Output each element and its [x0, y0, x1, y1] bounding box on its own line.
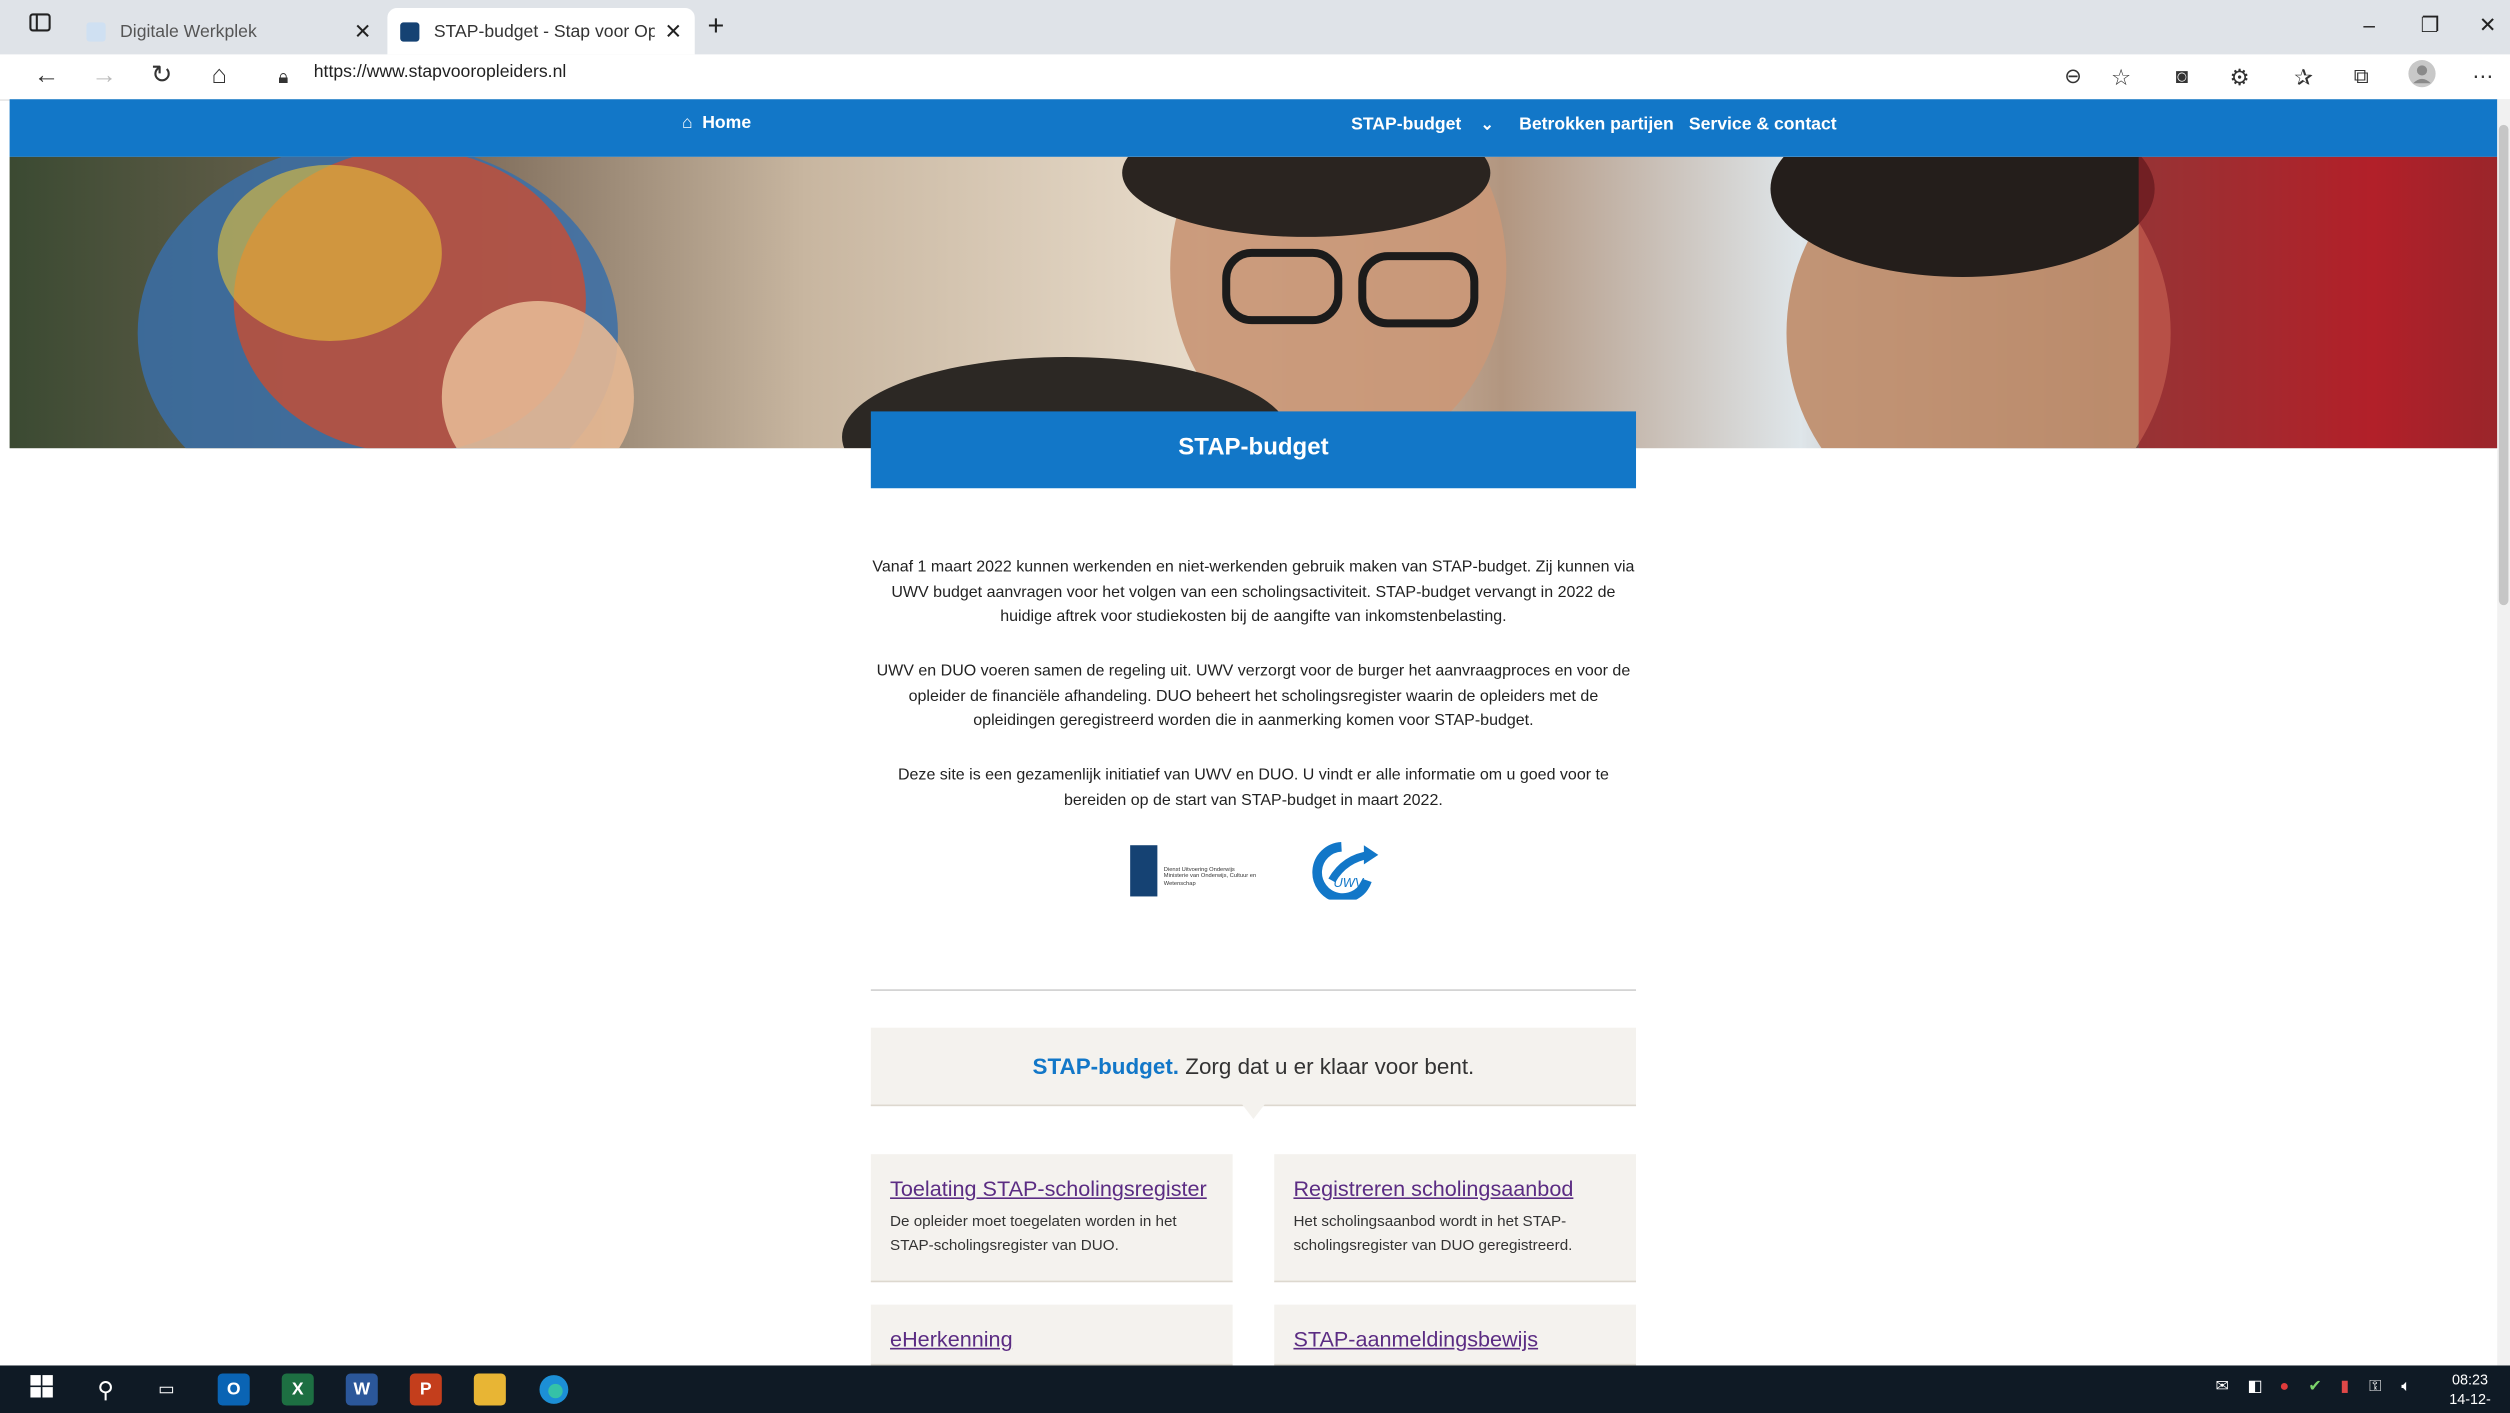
browser-toolbar: ← → ↻ ⌂ 🔒︎ https://www.stapvooropleiders… — [0, 54, 2510, 101]
card-title-link[interactable]: eHerkenning — [890, 1327, 1213, 1351]
duo-logo-text: Dienst Uitvoering Onderwijs Ministerie v… — [1163, 866, 1257, 887]
scrollbar-thumb[interactable] — [2498, 124, 2509, 606]
intro-paragraph-2: UWV en DUO voeren samen de regeling uit.… — [876, 662, 1631, 730]
nav-home[interactable]: ⌂ Home — [682, 99, 751, 157]
screen: Digitale Werkplek ✕ STAP-budget - Stap v… — [0, 0, 2510, 1413]
card-title-link[interactable]: STAP-aanmeldingsbewijs — [1293, 1327, 1616, 1351]
collections-icon[interactable]: ⧉ — [2344, 59, 2379, 94]
screenshot-frame: Digitale Werkplek ✕ STAP-budget - Stap v… — [0, 0, 2510, 1413]
duo-logo: Dienst Uitvoering Onderwijs Ministerie v… — [1130, 845, 1268, 897]
outlook-icon[interactable]: O — [217, 1373, 250, 1406]
excel-icon[interactable]: X — [281, 1373, 314, 1406]
ready-banner-brand: STAP-budget. — [1032, 1053, 1180, 1079]
app-tray-icon[interactable]: ● — [2280, 1378, 2290, 1396]
clock-date: 14-12-2021 — [2449, 1391, 2491, 1413]
uwv-emblem-icon: UWV — [1312, 842, 1379, 903]
extension-icon[interactable]: ◙ — [2164, 59, 2199, 94]
back-icon[interactable]: ← — [29, 59, 64, 94]
chevron-down-icon: ⌄ — [1480, 116, 1494, 135]
nav-label: STAP-budget — [1351, 115, 1462, 135]
tab-digitale-werkplek[interactable]: Digitale Werkplek ✕ — [74, 8, 385, 54]
card-text: De opleider moet toegelaten worden in he… — [890, 1213, 1177, 1256]
restore-button[interactable]: ❐ — [2414, 13, 2446, 39]
banner-pointer — [1242, 1104, 1265, 1119]
card-text: Het scholingsaanbod wordt in het STAP-sc… — [1293, 1213, 1573, 1256]
intro-paragraph-3: Deze site is een gezamenlijk initiatief … — [897, 766, 1609, 810]
rijksoverheid-icon — [400, 21, 420, 41]
task-view-icon[interactable]: ▭ — [150, 1373, 182, 1405]
check-tray-icon[interactable]: ✔ — [2308, 1378, 2321, 1396]
card-registreren[interactable]: Registreren scholingsaanbod Het scholing… — [1274, 1154, 1637, 1283]
nav-betrokken-partijen[interactable]: Betrokken partijen — [1519, 101, 1674, 159]
hero-title: STAP-budget — [870, 411, 1637, 489]
page-icon — [86, 21, 106, 41]
hero-photo — [137, 156, 2498, 449]
card-aanmeldingsbewijs[interactable]: STAP-aanmeldingsbewijs — [1274, 1304, 1637, 1366]
more-icon[interactable]: ⋯ — [2465, 59, 2500, 94]
battery-tray-icon[interactable]: ▮ — [2340, 1378, 2349, 1396]
uwv-logo-text: UWV — [1333, 875, 1364, 890]
card-eherkenning[interactable]: eHerkenning — [870, 1304, 1233, 1366]
windows-start-icon[interactable] — [26, 1373, 58, 1405]
windows-taskbar: ⚲ ▭ O X W P ✉ ◧ ● ✔ ▮ ⚿ 🔈︎ 08:23 14-12-2… — [0, 1365, 2510, 1413]
nav-stap-budget[interactable]: STAP-budget ⌄ — [1351, 101, 1494, 159]
profile-icon[interactable] — [2404, 59, 2439, 94]
lock-icon[interactable]: 🔒︎ — [266, 59, 301, 94]
rijksoverheid-emblem-icon — [1130, 845, 1158, 897]
favorites-icon[interactable]: ✰ — [2286, 59, 2321, 94]
ready-banner-text: Zorg dat u er klaar voor bent. — [1179, 1053, 1475, 1079]
powerpoint-icon[interactable]: P — [409, 1373, 442, 1406]
section-divider — [870, 989, 1637, 991]
url-text[interactable]: https://www.stapvooropleiders.nl — [314, 62, 567, 81]
nav-home-label: Home — [702, 113, 752, 133]
clock[interactable]: 08:23 14-12-2021 — [2433, 1370, 2507, 1413]
card-title-link[interactable]: Registreren scholingsaanbod — [1293, 1177, 1616, 1201]
extensions-icon[interactable]: ⚙ — [2222, 59, 2257, 94]
search-icon[interactable]: ⚲ — [90, 1373, 122, 1405]
zoom-out-icon[interactable]: ⊖ — [2055, 59, 2090, 94]
tab-actions-icon[interactable] — [22, 10, 57, 45]
file-explorer-icon[interactable] — [473, 1373, 506, 1406]
uwv-logo: UWV — [1309, 842, 1379, 903]
network-tray-icon[interactable]: ⚿ — [2369, 1378, 2381, 1396]
site-navigation: ⌂ Home STAP-budget ⌄ Betrokken partijen Se… — [9, 99, 2498, 159]
home-icon[interactable]: ⌂ — [202, 59, 237, 94]
forward-icon[interactable]: → — [86, 59, 121, 94]
card-title-link[interactable]: Toelating STAP-scholingsregister — [890, 1177, 1213, 1201]
word-icon[interactable]: W — [345, 1373, 378, 1406]
home-icon: ⌂ — [681, 113, 693, 133]
ready-banner: STAP-budget. Zorg dat u er klaar voor be… — [870, 1027, 1637, 1107]
tab-title: Digitale Werkplek — [120, 21, 257, 41]
tab-strip: Digitale Werkplek ✕ STAP-budget - Stap v… — [0, 0, 2510, 55]
refresh-icon[interactable]: ↻ — [144, 59, 179, 94]
tab-stap-budget[interactable]: STAP-budget - Stap voor Opleid ✕ — [387, 8, 695, 55]
edge-icon[interactable] — [537, 1373, 570, 1406]
close-tab-icon[interactable]: ✕ — [354, 18, 371, 44]
minimize-button[interactable]: – — [2353, 13, 2385, 37]
mail-tray-icon[interactable]: ✉ — [2216, 1378, 2229, 1396]
outlook-tray-icon[interactable]: ◧ — [2248, 1378, 2263, 1396]
card-toelating[interactable]: Toelating STAP-scholingsregister De ople… — [870, 1154, 1233, 1283]
favorite-add-icon[interactable]: ☆ — [2103, 59, 2138, 94]
tab-title: STAP-budget - Stap voor Opleid — [433, 21, 655, 41]
nav-service-contact[interactable]: Service & contact — [1689, 101, 1837, 159]
clock-time: 08:23 — [2452, 1371, 2489, 1388]
new-tab-button[interactable]: + — [708, 10, 725, 44]
hero-image — [9, 156, 2498, 449]
intro-paragraph-1: Vanaf 1 maart 2022 kunnen werkenden en n… — [872, 558, 1635, 626]
volume-tray-icon[interactable]: 🔈︎ — [2401, 1378, 2411, 1396]
close-window-button[interactable]: ✕ — [2472, 13, 2504, 39]
close-tab-icon[interactable]: ✕ — [664, 18, 681, 44]
